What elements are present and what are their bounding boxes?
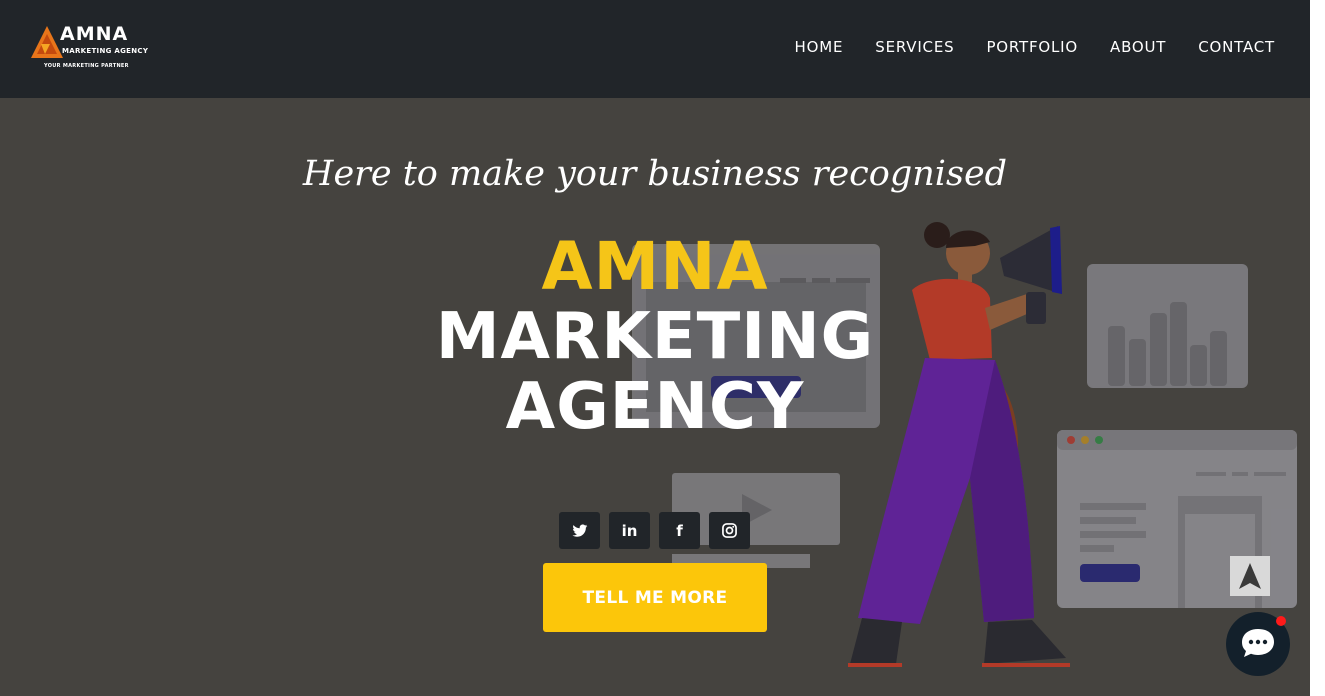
nav-contact[interactable]: CONTACT [1198, 38, 1275, 56]
page-scrollbar[interactable] [1310, 0, 1325, 696]
nav-services[interactable]: SERVICES [875, 38, 954, 56]
arrow-up-icon [1239, 563, 1261, 589]
brand-name: AMNA [60, 23, 129, 45]
brand-logo[interactable]: AMNA MARKETING AGENCY YOUR MARKETING PAR… [30, 22, 160, 74]
twitter-button[interactable] [559, 512, 600, 549]
hero-heading-line3: AGENCY [505, 370, 805, 444]
brand-tagline: YOUR MARKETING PARTNER [44, 63, 129, 69]
logo-triangle-icon [31, 26, 63, 58]
social-links: in f [559, 512, 750, 549]
hero-heading-brand: AMNA [541, 228, 769, 305]
hero-tagline: Here to make your business recognised [302, 154, 1008, 194]
nav-about[interactable]: ABOUT [1110, 38, 1166, 56]
instagram-icon [722, 523, 737, 538]
nav-home[interactable]: HOME [795, 38, 844, 56]
main-nav: HOME SERVICES PORTFOLIO ABOUT CONTACT [795, 38, 1275, 56]
linkedin-button[interactable]: in [609, 512, 650, 549]
hero-heading-line2: MARKETING [435, 300, 875, 374]
tell-me-more-button[interactable]: TELL ME MORE [543, 563, 767, 632]
facebook-button[interactable]: f [659, 512, 700, 549]
instagram-button[interactable] [709, 512, 750, 549]
back-to-top-button[interactable] [1230, 556, 1270, 596]
chat-notification-dot [1276, 616, 1286, 626]
brand-subtitle: MARKETING AGENCY [62, 47, 149, 55]
navbar: AMNA MARKETING AGENCY YOUR MARKETING PAR… [0, 0, 1310, 98]
twitter-icon [571, 524, 587, 537]
linkedin-icon: in [621, 521, 638, 540]
nav-portfolio[interactable]: PORTFOLIO [986, 38, 1078, 56]
hero-section: Here to make your business recognised AM… [0, 98, 1310, 696]
facebook-icon: f [676, 521, 683, 540]
